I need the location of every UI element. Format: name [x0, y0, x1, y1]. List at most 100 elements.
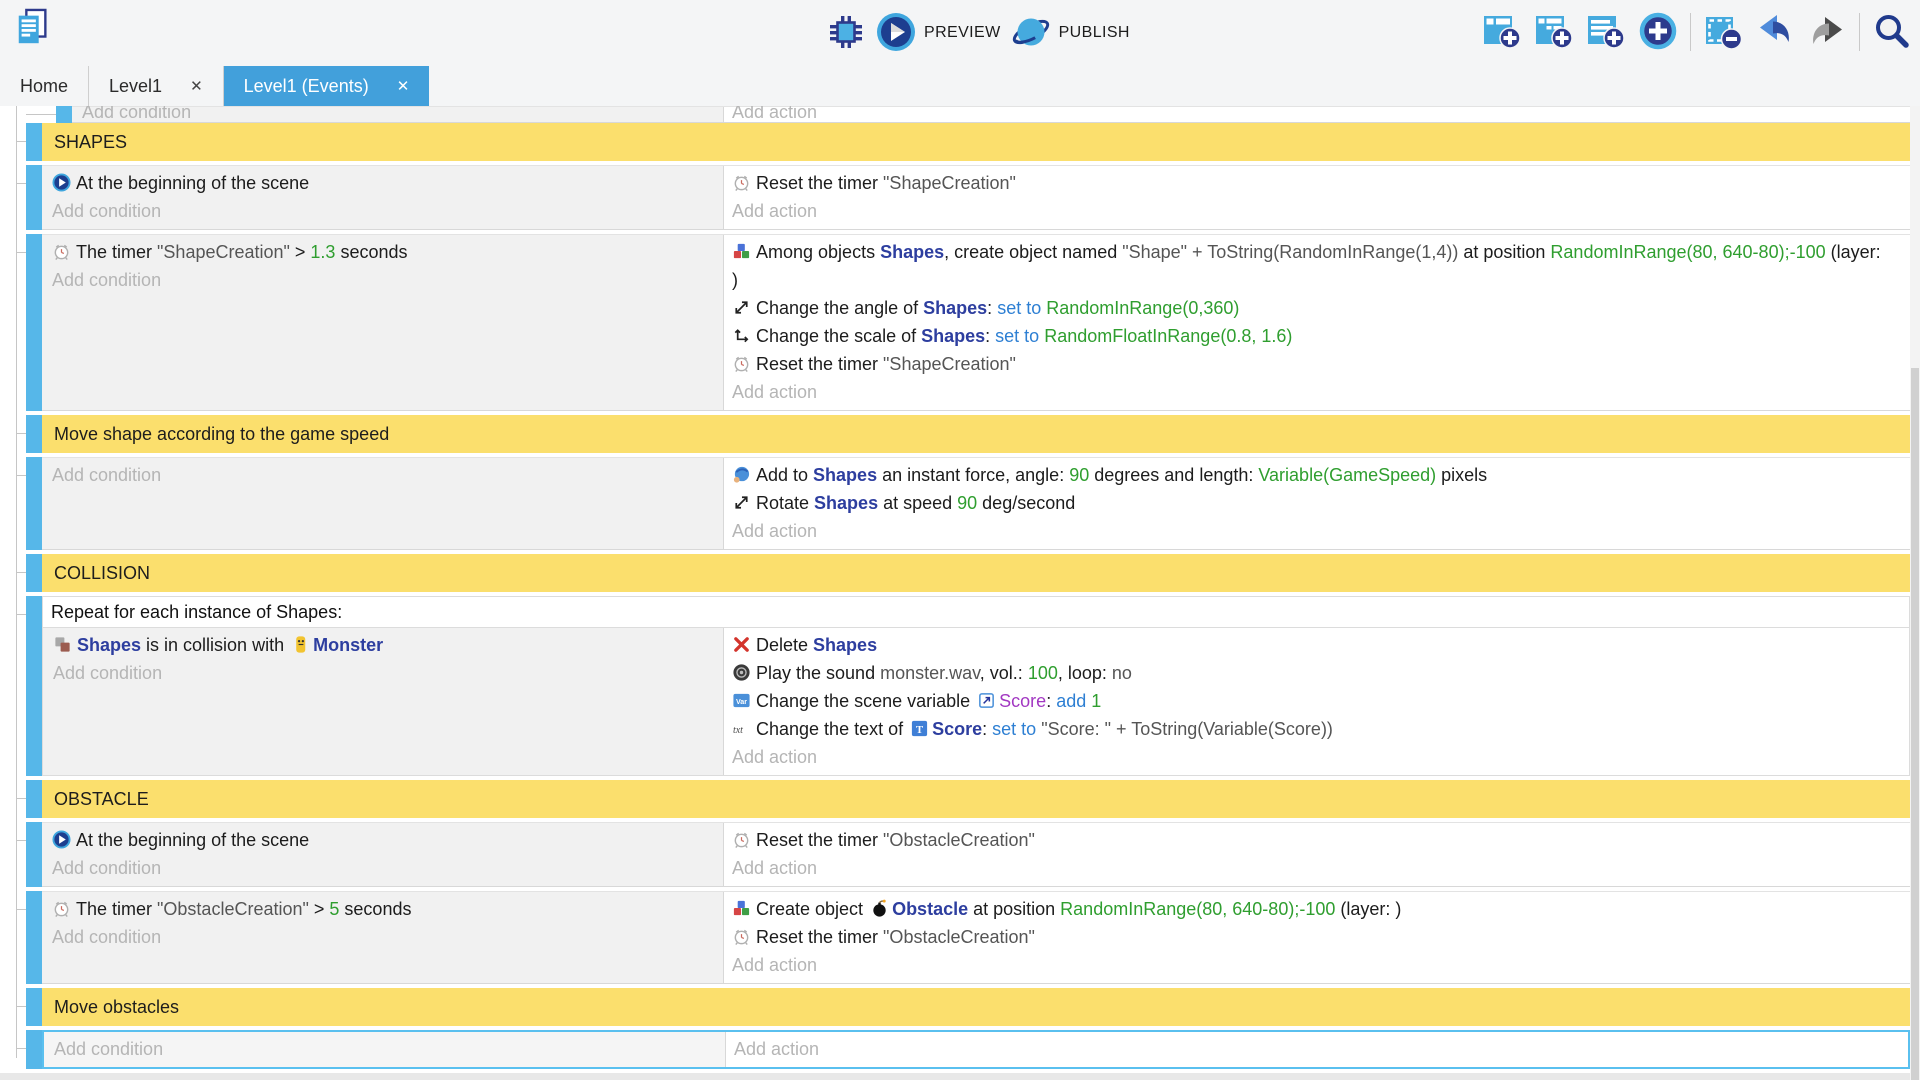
- add-action-button[interactable]: Add action: [732, 106, 1886, 123]
- comment-text[interactable]: Move shape according to the game speed: [42, 415, 1910, 453]
- conditions-cell[interactable]: At the beginning of the sceneAdd conditi…: [42, 166, 724, 229]
- action-line[interactable]: VarChange the scene variable Score: add …: [732, 687, 1885, 715]
- comment-row[interactable]: Move shape according to the game speed: [26, 415, 1910, 453]
- search-icon[interactable]: [1872, 11, 1912, 53]
- debug-icon[interactable]: [826, 12, 866, 54]
- comment-row[interactable]: COLLISION: [26, 554, 1910, 592]
- event-handle[interactable]: [26, 165, 42, 230]
- actions-cell[interactable]: Delete ShapesPlay the sound monster.wav,…: [724, 628, 1909, 775]
- action-line[interactable]: Create object Obstacle at position Rando…: [732, 895, 1886, 923]
- conditions-cell[interactable]: The timer "ShapeCreation" > 1.3 secondsA…: [42, 235, 724, 410]
- event-row[interactable]: The timer "ShapeCreation" > 1.3 secondsA…: [26, 234, 1910, 411]
- condition-line[interactable]: The timer "ObstacleCreation" > 5 seconds: [52, 895, 715, 923]
- conditions-cell[interactable]: Add condition: [72, 107, 724, 122]
- actions-cell[interactable]: Add to Shapes an instant force, angle: 9…: [724, 458, 1910, 549]
- actions-cell[interactable]: Among objects Shapes, create object name…: [724, 235, 1910, 410]
- repeat-event-row[interactable]: Repeat for each instance of Shapes:Shape…: [26, 596, 1910, 776]
- actions-cell[interactable]: Add action: [726, 1032, 1908, 1067]
- action-line[interactable]: Play the sound monster.wav, vol.: 100, l…: [732, 659, 1885, 687]
- redo-icon[interactable]: [1807, 11, 1847, 53]
- action-line[interactable]: Delete Shapes: [732, 631, 1885, 659]
- preview-button[interactable]: PREVIEW: [876, 12, 1001, 54]
- event-handle[interactable]: [26, 596, 42, 776]
- conditions-cell[interactable]: Add condition: [44, 1032, 726, 1067]
- add-action-button[interactable]: Add action: [732, 197, 1886, 225]
- add-action-button[interactable]: Add action: [732, 743, 1885, 771]
- condition-line[interactable]: At the beginning of the scene: [52, 169, 715, 197]
- event-handle[interactable]: [26, 780, 42, 818]
- tab-level1[interactable]: Level1✕: [89, 66, 224, 106]
- add-action-button[interactable]: Add action: [732, 517, 1886, 545]
- tab-close-icon[interactable]: ✕: [397, 77, 410, 95]
- conditions-cell[interactable]: The timer "ObstacleCreation" > 5 seconds…: [42, 892, 724, 983]
- event-handle[interactable]: [26, 415, 42, 453]
- add-action-button[interactable]: Add action: [732, 951, 1886, 979]
- event-handle[interactable]: [26, 123, 42, 161]
- publish-button[interactable]: PUBLISH: [1011, 12, 1130, 54]
- event-handle[interactable]: [26, 457, 42, 550]
- add-subevent-icon[interactable]: [1534, 11, 1574, 53]
- add-event-circle-icon[interactable]: [1638, 11, 1678, 53]
- event-row[interactable]: Add condition Add action: [26, 106, 1910, 123]
- action-line[interactable]: Change the angle of Shapes: set to Rando…: [732, 294, 1886, 322]
- action-line[interactable]: Reset the timer "ObstacleCreation": [732, 923, 1886, 951]
- action-line[interactable]: Reset the timer "ShapeCreation": [732, 169, 1886, 197]
- action-line[interactable]: Among objects Shapes, create object name…: [732, 238, 1886, 294]
- project-manager-icon[interactable]: [14, 7, 54, 49]
- conditions-cell[interactable]: Shapes is in collision with MonsterAdd c…: [43, 628, 724, 775]
- event-handle[interactable]: [26, 554, 42, 592]
- event-handle[interactable]: [26, 234, 42, 411]
- event-handle[interactable]: [56, 106, 72, 123]
- action-line[interactable]: Reset the timer "ObstacleCreation": [732, 826, 1886, 854]
- action-line[interactable]: txtChange the text of TScore: set to "Sc…: [732, 715, 1885, 743]
- event-handle[interactable]: [26, 891, 42, 984]
- comment-text[interactable]: OBSTACLE: [42, 780, 1910, 818]
- conditions-cell[interactable]: Add condition: [42, 458, 724, 549]
- actions-cell[interactable]: Reset the timer "ShapeCreation"Add actio…: [724, 166, 1910, 229]
- add-condition-button[interactable]: Add condition: [52, 854, 715, 882]
- event-handle[interactable]: [26, 988, 42, 1026]
- action-line[interactable]: Rotate Shapes at speed 90 deg/second: [732, 489, 1886, 517]
- tab-level1-events[interactable]: Level1 (Events)✕: [224, 66, 430, 106]
- delete-selection-icon[interactable]: [1703, 11, 1743, 53]
- event-row[interactable]: The timer "ObstacleCreation" > 5 seconds…: [26, 891, 1910, 984]
- add-event-icon[interactable]: [1482, 11, 1522, 53]
- comment-text[interactable]: Move obstacles: [42, 988, 1910, 1026]
- event-row[interactable]: Add condition Add to Shapes an instant fo…: [26, 457, 1910, 550]
- repeat-header[interactable]: Repeat for each instance of Shapes:: [43, 597, 1909, 627]
- event-handle[interactable]: [26, 1030, 42, 1069]
- vertical-scrollbar[interactable]: [1910, 106, 1920, 1080]
- conditions-cell[interactable]: At the beginning of the sceneAdd conditi…: [42, 823, 724, 886]
- add-action-button[interactable]: Add action: [732, 378, 1886, 406]
- add-condition-button[interactable]: Add condition: [52, 461, 715, 489]
- comment-row[interactable]: SHAPES: [26, 123, 1910, 161]
- add-condition-button[interactable]: Add condition: [82, 106, 715, 123]
- comment-text[interactable]: SHAPES: [42, 123, 1910, 161]
- tab-close-icon[interactable]: ✕: [190, 77, 203, 95]
- actions-cell[interactable]: Create object Obstacle at position Rando…: [724, 892, 1910, 983]
- event-handle[interactable]: [26, 822, 42, 887]
- actions-cell[interactable]: Add action: [724, 107, 1910, 122]
- action-line[interactable]: Reset the timer "ShapeCreation": [732, 350, 1886, 378]
- action-line[interactable]: Change the scale of Shapes: set to Rando…: [732, 322, 1886, 350]
- comment-row[interactable]: OBSTACLE: [26, 780, 1910, 818]
- add-action-button[interactable]: Add action: [732, 854, 1886, 882]
- event-row[interactable]: At the beginning of the sceneAdd conditi…: [26, 822, 1910, 887]
- add-condition-button[interactable]: Add condition: [52, 197, 715, 225]
- comment-text[interactable]: COLLISION: [42, 554, 1910, 592]
- add-condition-button[interactable]: Add condition: [52, 266, 715, 294]
- actions-cell[interactable]: Reset the timer "ObstacleCreation"Add ac…: [724, 823, 1910, 886]
- tab-home[interactable]: Home: [0, 66, 89, 106]
- add-comment-icon[interactable]: [1586, 11, 1626, 53]
- add-condition-button[interactable]: Add condition: [52, 923, 715, 951]
- add-condition-button[interactable]: Add condition: [53, 659, 715, 687]
- add-action-button[interactable]: Add action: [734, 1035, 1884, 1063]
- comment-row[interactable]: Move obstacles: [26, 988, 1910, 1026]
- condition-line[interactable]: The timer "ShapeCreation" > 1.3 seconds: [52, 238, 715, 266]
- event-row[interactable]: Add condition Add action: [26, 1030, 1910, 1069]
- undo-icon[interactable]: [1755, 11, 1795, 53]
- event-row[interactable]: At the beginning of the sceneAdd conditi…: [26, 165, 1910, 230]
- add-condition-button[interactable]: Add condition: [54, 1035, 717, 1063]
- condition-line[interactable]: At the beginning of the scene: [52, 826, 715, 854]
- condition-line[interactable]: Shapes is in collision with Monster: [53, 631, 715, 659]
